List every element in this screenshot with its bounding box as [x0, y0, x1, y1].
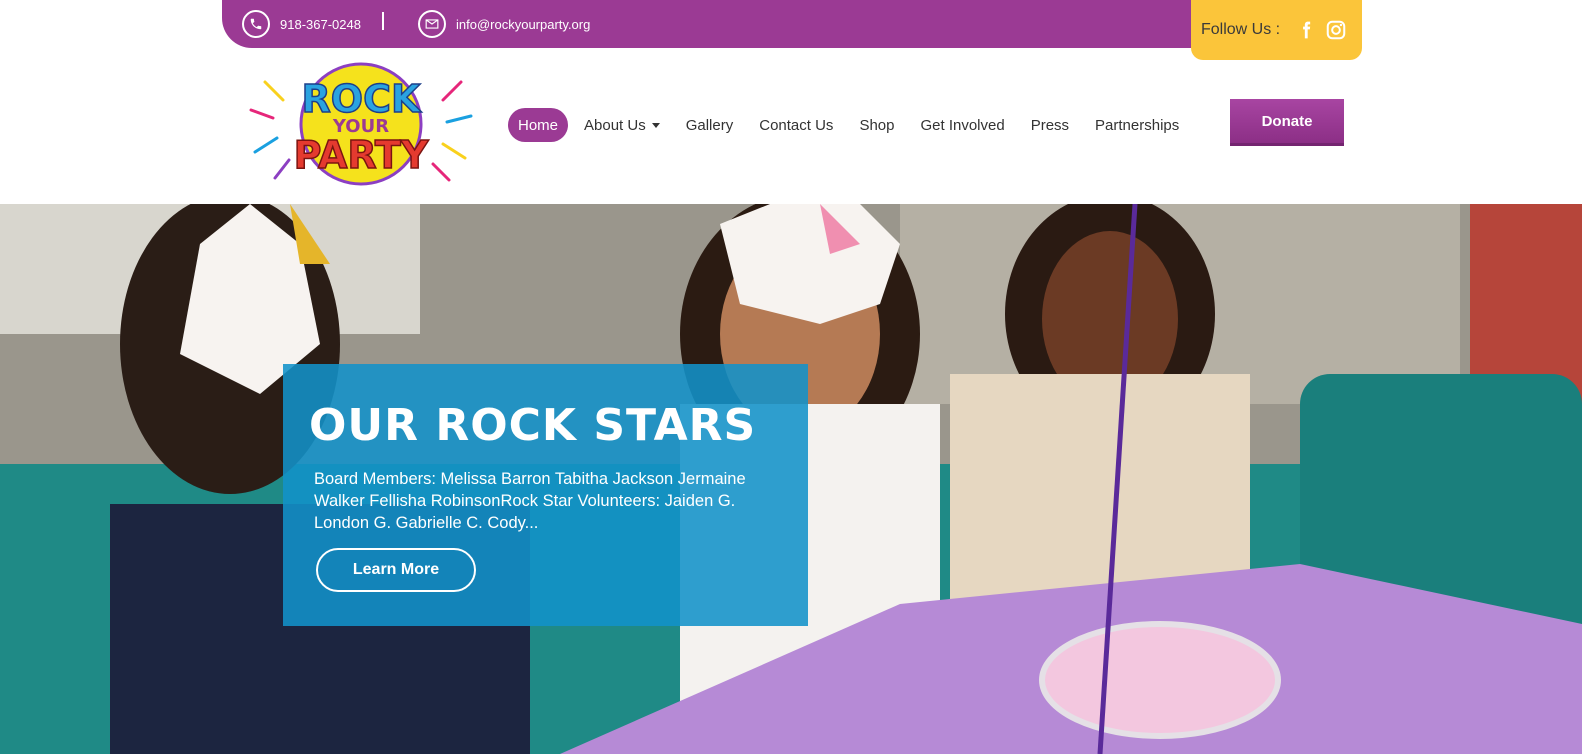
phone-icon: [242, 10, 270, 38]
contact-divider: [382, 12, 384, 30]
logo-text-rock: ROCK: [302, 77, 422, 121]
main-nav: Home About Us Gallery Contact Us Shop Ge…: [508, 107, 1195, 143]
nav-home[interactable]: Home: [508, 108, 569, 142]
nav-about-us[interactable]: About Us: [574, 108, 670, 142]
learn-more-button[interactable]: Learn More: [316, 548, 476, 592]
facebook-icon[interactable]: [1294, 18, 1318, 42]
hero-text: Board Members: Melissa Barron Tabitha Ja…: [314, 470, 746, 532]
phone-number: 918-367-0248: [280, 16, 361, 32]
follow-us-label: Follow Us :: [1201, 21, 1281, 38]
donate-button[interactable]: Donate: [1230, 99, 1344, 146]
instagram-icon[interactable]: [1324, 18, 1348, 42]
caret-down-icon: [651, 122, 660, 128]
nav-partnerships[interactable]: Partnerships: [1085, 108, 1189, 142]
envelope-icon: [418, 10, 446, 38]
hero-banner: OUR ROCK STARS Board Members: Melissa Ba…: [0, 204, 1582, 754]
nav-contact-us[interactable]: Contact Us: [749, 108, 843, 142]
hero-card: OUR ROCK STARS Board Members: Melissa Ba…: [283, 364, 808, 626]
site-logo[interactable]: ROCK YOUR PARTY: [243, 60, 475, 188]
email-contact[interactable]: info@rockyourparty.org: [418, 9, 590, 39]
nav-get-involved[interactable]: Get Involved: [910, 108, 1014, 142]
nav-shop[interactable]: Shop: [849, 108, 904, 142]
nav-gallery[interactable]: Gallery: [676, 108, 744, 142]
email-address: info@rockyourparty.org: [456, 16, 591, 32]
phone-contact[interactable]: 918-367-0248: [242, 9, 361, 39]
hero-title: OUR ROCK STARS: [309, 400, 757, 451]
follow-us-box: Follow Us :: [1191, 0, 1362, 60]
logo-text-party: PARTY: [294, 133, 429, 177]
nav-press[interactable]: Press: [1021, 108, 1079, 142]
nav-about-us-label: About Us: [584, 116, 646, 134]
